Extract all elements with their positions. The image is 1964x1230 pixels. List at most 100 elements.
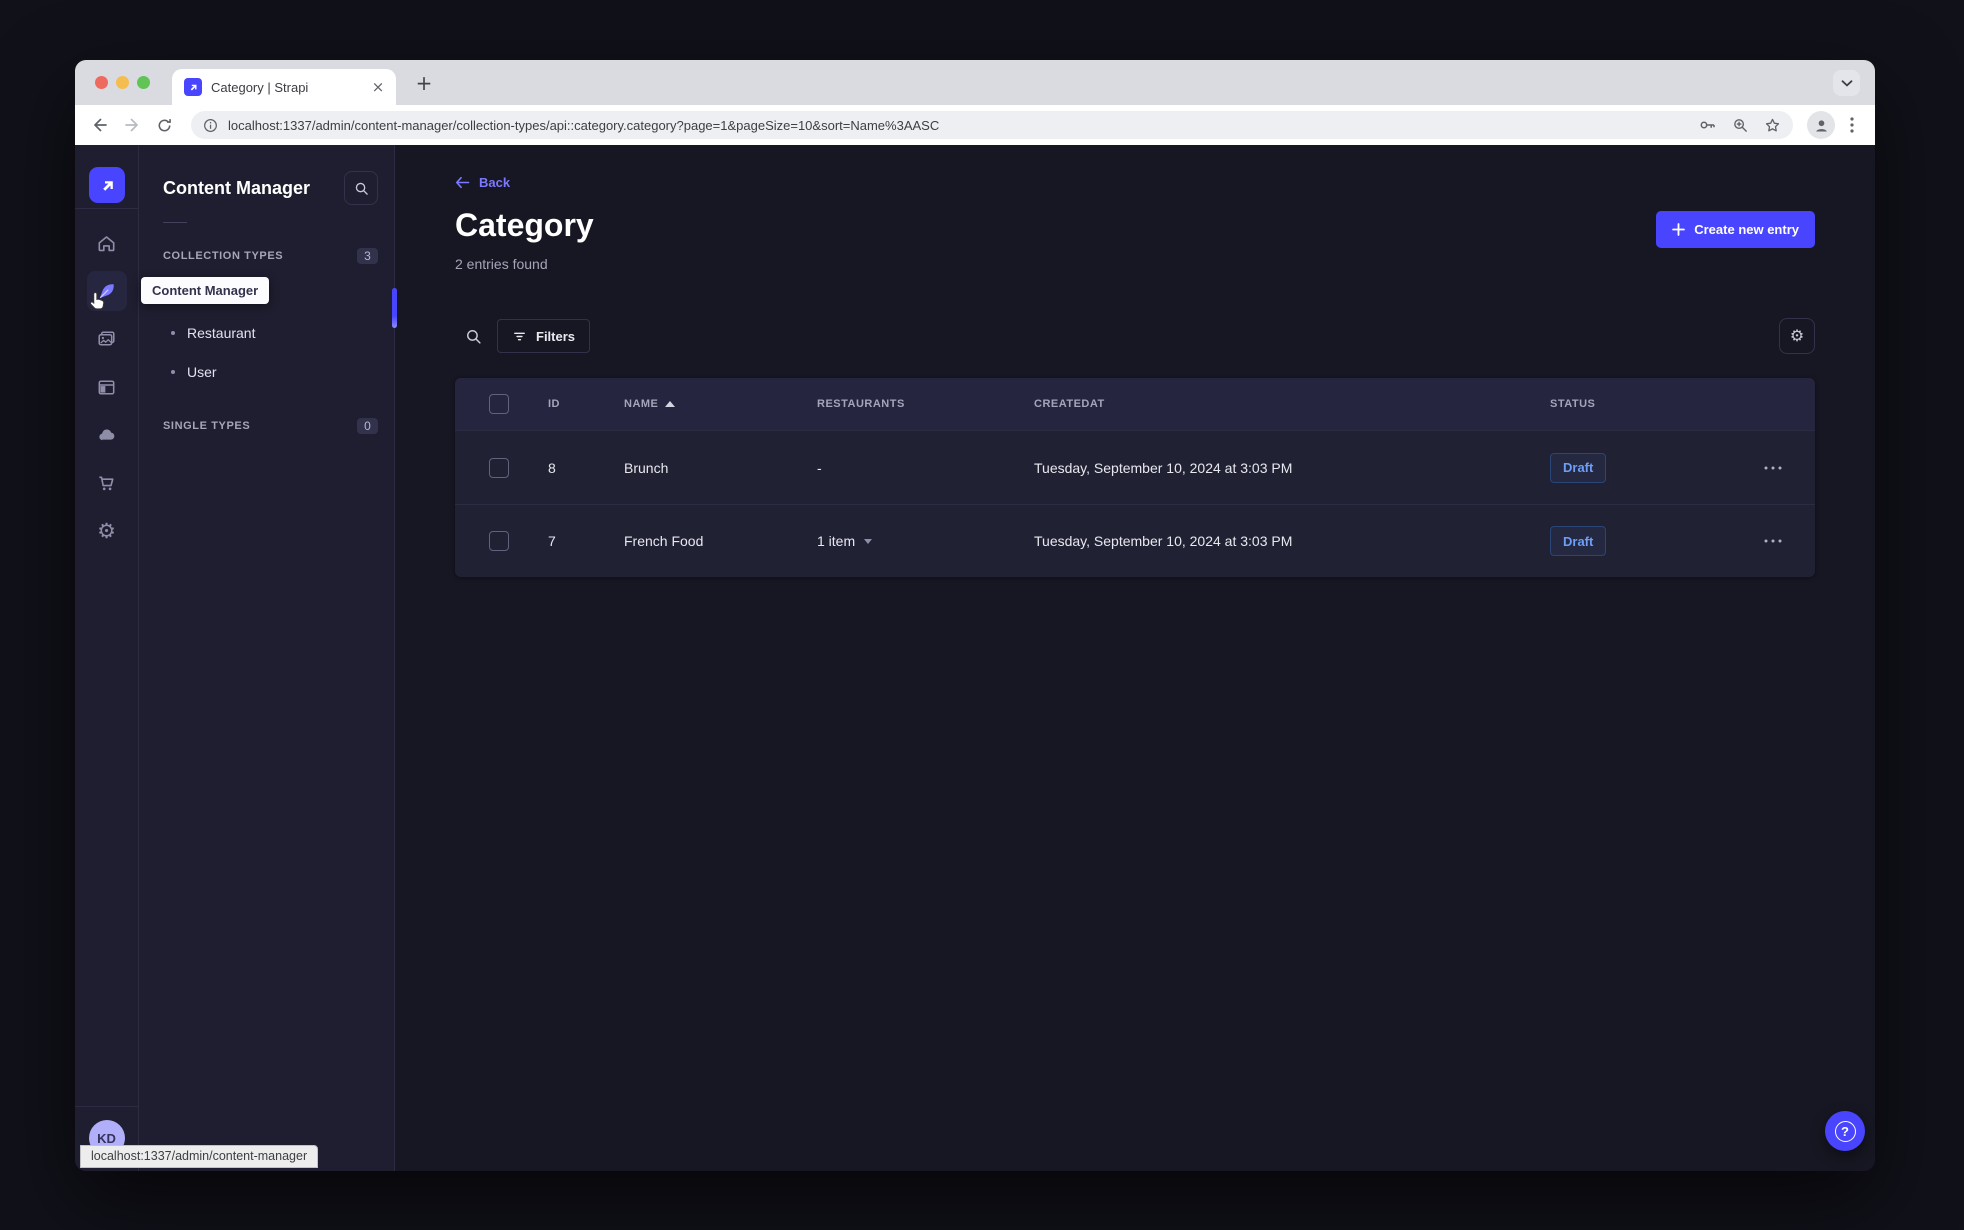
address-bar[interactable]: localhost:1337/admin/content-manager/col… xyxy=(191,111,1793,139)
select-all-checkbox[interactable] xyxy=(489,394,509,414)
home-icon xyxy=(98,235,115,251)
cell-createdat: Tuesday, September 10, 2024 at 3:03 PM xyxy=(1034,533,1293,549)
zoom-in-icon[interactable] xyxy=(1732,117,1749,134)
cell-name: Brunch xyxy=(624,459,669,476)
cell-restaurants: - xyxy=(817,459,822,476)
sort-asc-icon xyxy=(665,401,676,407)
nav-item-settings[interactable]: ⚙ xyxy=(87,511,127,551)
url-text: localhost:1337/admin/content-manager/col… xyxy=(228,117,940,133)
arrow-right-icon xyxy=(125,118,138,132)
column-header-name[interactable]: NAME xyxy=(624,398,817,410)
cell-restaurants[interactable]: 1 item xyxy=(817,533,1034,549)
row-checkbox[interactable] xyxy=(489,457,509,478)
single-types-label: SINGLE TYPES xyxy=(163,420,251,432)
sidebar-item-restaurant[interactable]: Restaurant xyxy=(139,313,394,352)
browser-profile-button[interactable] xyxy=(1807,111,1835,139)
nav-item-media-library[interactable] xyxy=(87,319,127,359)
collection-types-label: COLLECTION TYPES xyxy=(163,250,284,262)
reload-icon xyxy=(158,118,171,131)
browser-menu-button[interactable] xyxy=(1841,111,1863,139)
table-row[interactable]: 7 French Food 1 item Tuesday, September … xyxy=(455,504,1815,577)
browser-tabstrip: Category | Strapi × + xyxy=(75,60,1875,105)
minimize-window-button[interactable] xyxy=(116,76,129,89)
link-preview-status-bar: localhost:1337/admin/content-manager xyxy=(80,1145,319,1168)
reload-button[interactable] xyxy=(151,112,177,138)
plus-icon xyxy=(1672,223,1686,236)
filters-button[interactable]: Filters xyxy=(497,319,591,353)
nav-item-cloud[interactable] xyxy=(87,415,127,455)
collection-types-count: 3 xyxy=(357,248,378,264)
browser-toolbar: localhost:1337/admin/content-manager/col… xyxy=(75,105,1875,145)
nav-item-home[interactable] xyxy=(87,223,127,263)
new-tab-button[interactable]: + xyxy=(411,70,437,96)
password-key-icon[interactable] xyxy=(1698,116,1717,134)
row-checkbox[interactable] xyxy=(489,531,509,551)
column-header-id[interactable]: ID xyxy=(548,398,624,410)
zoom-window-button[interactable] xyxy=(137,76,150,89)
info-icon[interactable] xyxy=(203,118,218,133)
nav-icons: ⚙ xyxy=(86,223,127,551)
window-controls xyxy=(95,76,150,89)
status-badge: Draft xyxy=(1550,452,1607,483)
column-header-restaurants: RESTAURANTS xyxy=(817,398,905,410)
row-actions-menu[interactable] xyxy=(1745,539,1801,543)
cell-createdat: Tuesday, September 10, 2024 at 3:03 PM xyxy=(1034,459,1293,476)
main-nav: ⚙ KD xyxy=(75,145,139,1171)
help-button[interactable]: ? xyxy=(1825,1111,1865,1151)
cell-id: 7 xyxy=(548,533,556,549)
sidebar-item-user[interactable]: User xyxy=(139,352,394,391)
strapi-logo[interactable] xyxy=(88,167,125,203)
bookmark-star-icon[interactable] xyxy=(1764,117,1781,134)
back-link[interactable]: Back xyxy=(455,175,510,190)
page-title: Category xyxy=(455,207,594,243)
mouse-cursor-hand xyxy=(87,291,107,318)
entries-table: ID NAME RESTAURANTS CREATEDAT STATUS 8 B… xyxy=(455,378,1815,577)
gear-icon: ⚙ xyxy=(1789,326,1805,345)
close-window-button[interactable] xyxy=(95,76,108,89)
strapi-logo-icon xyxy=(102,181,113,191)
bullet-icon xyxy=(171,369,175,374)
sidebar-item-label: Restaurant xyxy=(187,324,256,341)
table-header: ID NAME RESTAURANTS CREATEDAT STATUS xyxy=(455,378,1815,431)
filters-label: Filters xyxy=(536,328,576,344)
omnibox-actions xyxy=(1698,116,1781,134)
gear-icon: ⚙ xyxy=(97,518,116,543)
column-label: NAME xyxy=(624,398,659,410)
nav-item-content-type-builder[interactable] xyxy=(87,367,127,407)
single-types-section: SINGLE TYPES 0 xyxy=(139,418,394,434)
cell-name: French Food xyxy=(624,533,704,549)
filter-funnel-icon xyxy=(514,332,525,340)
shopping-cart-icon xyxy=(99,475,114,490)
nav-tooltip: Content Manager xyxy=(141,277,270,304)
search-entries-button[interactable] xyxy=(455,318,491,354)
forward-button[interactable] xyxy=(119,112,145,138)
row-actions-menu[interactable] xyxy=(1745,466,1801,470)
browser-window: Category | Strapi × + localhost:1337/adm… xyxy=(75,60,1875,1171)
create-button-label: Create new entry xyxy=(1694,222,1799,237)
strapi-favicon-icon xyxy=(184,78,202,96)
browser-tab[interactable]: Category | Strapi × xyxy=(172,69,396,105)
column-header-createdat: CREATEDAT xyxy=(1034,398,1105,410)
tab-search-button[interactable] xyxy=(1833,70,1860,96)
chevron-down-icon xyxy=(1841,79,1852,87)
filter-toolbar: Filters ⚙ xyxy=(455,318,1815,354)
nav-item-marketplace[interactable] xyxy=(87,463,127,503)
subnav-search-button[interactable] xyxy=(344,171,378,205)
column-header-status: STATUS xyxy=(1550,398,1596,410)
cloud-icon xyxy=(98,429,114,441)
create-new-entry-button[interactable]: Create new entry xyxy=(1656,211,1815,248)
tab-title: Category | Strapi xyxy=(211,79,309,95)
entries-count: 2 entries found xyxy=(455,256,548,272)
bullet-icon xyxy=(171,330,175,335)
layout-icon xyxy=(98,380,115,394)
view-settings-button[interactable]: ⚙ xyxy=(1779,318,1815,354)
arrow-left-icon xyxy=(94,118,107,132)
table-row[interactable]: 8 Brunch - Tuesday, September 10, 2024 a… xyxy=(455,431,1815,504)
collection-types-section: COLLECTION TYPES 3 xyxy=(139,248,394,264)
kebab-menu-icon xyxy=(1850,117,1854,133)
subnav-scrollbar[interactable] xyxy=(392,288,397,328)
close-tab-icon[interactable]: × xyxy=(369,78,387,96)
strapi-app: ⚙ KD Content Manager COLLECTION TYPES 3 xyxy=(75,145,1875,1171)
back-button[interactable] xyxy=(87,112,113,138)
media-library-icon xyxy=(98,330,115,346)
